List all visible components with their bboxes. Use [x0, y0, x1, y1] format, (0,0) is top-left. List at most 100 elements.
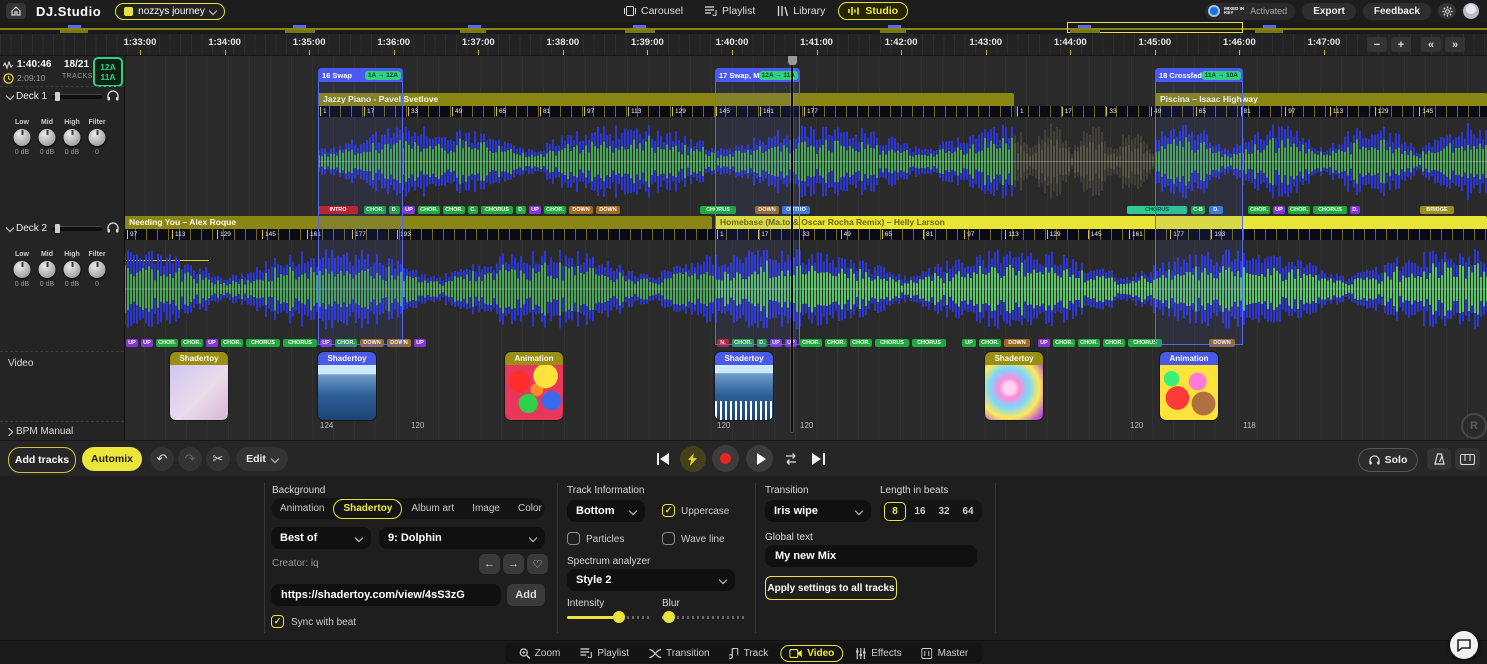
settings-button[interactable]: [1438, 3, 1456, 19]
automix-jump-button[interactable]: [680, 446, 706, 472]
record-button[interactable]: [712, 445, 739, 472]
nav-playlist[interactable]: Playlist: [696, 3, 764, 19]
blur-slider[interactable]: [662, 616, 746, 619]
automix-button[interactable]: Automix: [82, 447, 142, 471]
play-button[interactable]: [746, 445, 773, 472]
video-clip-animation[interactable]: Animation: [1160, 352, 1218, 420]
transition-block[interactable]: 18 Crossfade11A → 10A: [1155, 68, 1243, 345]
track-title-deck2[interactable]: Needing You – Alex Roque: [124, 216, 712, 229]
slider-thumb[interactable]: [55, 92, 60, 101]
wave-line-checkbox[interactable]: [662, 532, 675, 545]
knob-low-deck2[interactable]: [14, 261, 31, 278]
zoom-out-button[interactable]: −: [1367, 37, 1387, 52]
loop-button[interactable]: [782, 450, 800, 468]
track-title-deck2[interactable]: Homebase (Ma.to & Oscar Rocha Remix) – H…: [715, 216, 1487, 229]
sync-with-beat-checkbox[interactable]: ✓: [271, 615, 284, 628]
keyboard-button[interactable]: [1455, 448, 1480, 470]
add-tracks-button[interactable]: Add tracks: [8, 447, 76, 473]
knob-filter-deck1[interactable]: [89, 129, 106, 146]
bg-tab-color[interactable]: Color: [509, 500, 551, 518]
knob-mid-deck1[interactable]: [39, 129, 56, 146]
knob-filter-deck2[interactable]: [89, 261, 106, 278]
video-clip-shadertoy[interactable]: Shadertoy: [318, 352, 376, 420]
feedback-button[interactable]: Feedback: [1363, 3, 1431, 20]
timeline-minimap[interactable]: [0, 22, 1487, 34]
beats-option-16[interactable]: 16: [910, 503, 930, 520]
skip-forward-button[interactable]: »: [1445, 37, 1465, 52]
bg-tab-album-art[interactable]: Album art: [402, 500, 463, 518]
apply-settings-button[interactable]: Apply settings to all tracks: [765, 576, 897, 600]
cut-button[interactable]: ✂: [206, 447, 230, 471]
deck-volume-slider[interactable]: [52, 223, 102, 233]
particles-checkbox[interactable]: [567, 532, 580, 545]
video-clip-shadertoy[interactable]: Shadertoy: [985, 352, 1043, 420]
view-tab-transition[interactable]: Transition: [641, 646, 718, 661]
export-button[interactable]: Export: [1302, 3, 1356, 20]
headphones-icon[interactable]: [107, 90, 119, 101]
deck-volume-slider[interactable]: [52, 91, 102, 101]
deck-header-2[interactable]: Deck 2: [0, 220, 124, 236]
view-tab-playlist[interactable]: Playlist: [572, 646, 637, 661]
project-selector[interactable]: nozzys journey: [115, 3, 225, 20]
knob-mid-deck2[interactable]: [39, 261, 56, 278]
knob-high-deck2[interactable]: [64, 261, 81, 278]
home-button[interactable]: [6, 3, 26, 19]
video-clip-animation[interactable]: Animation: [505, 352, 563, 420]
playhead-handle[interactable]: [788, 55, 797, 65]
prev-shader-button[interactable]: ←: [479, 554, 500, 574]
bg-tab-shadertoy[interactable]: Shadertoy: [333, 499, 402, 519]
shader-dropdown[interactable]: 9: Dolphin: [379, 527, 545, 549]
view-tab-zoom[interactable]: Zoom: [511, 646, 569, 661]
slider-thumb[interactable]: [613, 611, 625, 623]
spectrum-style-dropdown[interactable]: Style 2: [567, 569, 735, 591]
nav-carousel[interactable]: Carousel: [615, 3, 692, 19]
zoom-in-button[interactable]: +: [1391, 37, 1411, 52]
knob-low-deck1[interactable]: [14, 129, 31, 146]
view-tab-effects[interactable]: Effects: [847, 646, 909, 661]
favorite-button[interactable]: ♡: [527, 554, 548, 574]
solo-button[interactable]: Solo: [1358, 448, 1418, 472]
shader-preset-dropdown[interactable]: Best of: [271, 527, 371, 549]
deck-header-1[interactable]: Deck 1: [0, 88, 124, 104]
undo-button[interactable]: ↶: [150, 447, 174, 471]
track-title-deck1[interactable]: Jazzy Piano - Pavel Svetlove: [318, 93, 1014, 106]
view-tab-track[interactable]: Track: [722, 646, 777, 661]
bpm-manual-toggle[interactable]: BPM Manual: [6, 426, 73, 437]
shader-url-input[interactable]: [271, 584, 501, 606]
timeline-canvas[interactable]: Jazzy Piano - Pavel Svetlove117334965819…: [124, 55, 1487, 440]
transition-type-dropdown[interactable]: Iris wipe: [765, 500, 871, 522]
metronome-button[interactable]: [1427, 448, 1451, 470]
nav-studio[interactable]: Studio: [838, 2, 908, 20]
redo-button[interactable]: ↷: [178, 447, 202, 471]
beats-option-64[interactable]: 64: [958, 503, 978, 520]
uppercase-checkbox[interactable]: ✓: [662, 504, 675, 517]
slider-thumb[interactable]: [663, 611, 675, 623]
transition-block[interactable]: 16 Swap1A → 12A: [318, 68, 403, 345]
knob-high-deck1[interactable]: [64, 129, 81, 146]
playhead-line[interactable]: [791, 55, 793, 432]
skip-to-end-button[interactable]: [810, 451, 826, 467]
bg-tab-animation[interactable]: Animation: [271, 500, 333, 518]
avatar[interactable]: [1463, 3, 1479, 19]
beats-option-32[interactable]: 32: [934, 503, 954, 520]
skip-back-button[interactable]: «: [1421, 37, 1441, 52]
video-clip-shadertoy[interactable]: Shadertoy: [715, 352, 773, 420]
view-tab-master[interactable]: Master: [914, 646, 977, 661]
text-position-dropdown[interactable]: Bottom: [567, 500, 645, 522]
transition-block[interactable]: 17 Swap, Manual12A → 11A: [715, 68, 800, 345]
chat-button[interactable]: [1450, 631, 1478, 659]
global-text-input[interactable]: My new Mix: [765, 545, 977, 567]
beats-option-8[interactable]: 8: [884, 502, 906, 521]
next-shader-button[interactable]: →: [503, 554, 524, 574]
add-shader-button[interactable]: Add: [507, 584, 545, 606]
nav-library[interactable]: Library: [768, 3, 834, 19]
video-clip-shadertoy[interactable]: Shadertoy: [170, 352, 228, 420]
skip-to-start-button[interactable]: [655, 451, 671, 467]
slider-thumb[interactable]: [55, 224, 60, 233]
view-tab-video[interactable]: Video: [780, 645, 843, 662]
edit-menu-button[interactable]: Edit: [236, 447, 288, 471]
bg-tab-image[interactable]: Image: [463, 500, 509, 518]
ruler-time-label: 1:35:00: [293, 37, 326, 48]
headphones-icon[interactable]: [107, 222, 119, 233]
intensity-slider[interactable]: [567, 616, 651, 619]
